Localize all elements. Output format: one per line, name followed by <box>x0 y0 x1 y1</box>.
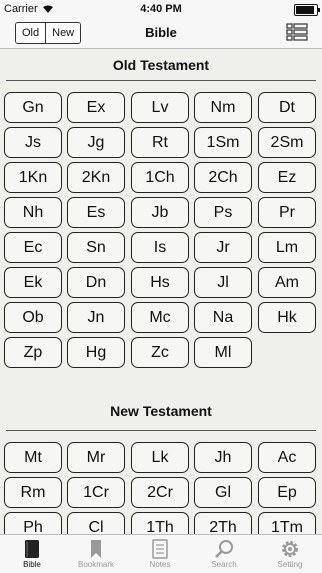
book-button[interactable]: Ac <box>258 442 316 473</box>
book-button[interactable]: Jn <box>67 302 125 333</box>
tab-label: Setting <box>277 560 303 569</box>
battery-icon <box>294 4 320 16</box>
page-title: Bible <box>145 25 177 40</box>
book-button[interactable]: Jg <box>67 127 125 158</box>
tab-label: Bible <box>23 560 41 569</box>
book-icon <box>25 540 39 558</box>
tab-label: Notes <box>149 560 171 569</box>
book-button[interactable]: Hk <box>258 302 316 333</box>
book-button[interactable]: Gn <box>4 92 62 123</box>
book-button[interactable]: Dt <box>258 92 316 123</box>
book-button[interactable]: Lk <box>131 442 189 473</box>
book-button[interactable]: Nm <box>194 92 252 123</box>
status-time: 4:40 PM <box>140 3 182 15</box>
book-button[interactable]: 2Ch <box>194 162 252 193</box>
book-button[interactable]: Ez <box>258 162 316 193</box>
book-button[interactable]: Is <box>131 232 189 263</box>
book-button[interactable]: Gl <box>194 477 252 508</box>
book-button[interactable]: 1Tm <box>258 512 316 534</box>
old-testament-heading: Old Testament <box>112 57 210 73</box>
section-divider <box>6 430 316 431</box>
book-button[interactable]: Hs <box>131 267 189 298</box>
tab-bookmark[interactable]: Bookmark <box>64 535 128 573</box>
book-button[interactable]: Es <box>67 197 125 228</box>
book-button[interactable]: 1Cr <box>67 477 125 508</box>
book-button[interactable]: Cl <box>67 512 125 534</box>
book-button[interactable]: Ph <box>4 512 62 534</box>
book-button[interactable]: Ps <box>194 197 252 228</box>
book-button[interactable]: Lm <box>258 232 316 263</box>
book-button[interactable]: Jl <box>194 267 252 298</box>
book-button[interactable]: Jb <box>131 197 189 228</box>
book-button[interactable]: Ex <box>67 92 125 123</box>
book-button[interactable]: Mr <box>67 442 125 473</box>
book-button[interactable]: Ep <box>258 477 316 508</box>
book-button[interactable]: 2Th <box>194 512 252 534</box>
bookmark-icon <box>91 540 101 558</box>
book-button[interactable]: Rt <box>131 127 189 158</box>
book-button[interactable]: Hg <box>67 337 125 368</box>
book-button[interactable]: 1Ch <box>131 162 189 193</box>
book-button[interactable]: Nh <box>4 197 62 228</box>
tab-setting[interactable]: Setting <box>258 535 322 573</box>
tab-notes[interactable]: Notes <box>128 535 192 573</box>
new-testament-heading: New Testament <box>110 403 212 419</box>
book-button[interactable]: Mc <box>131 302 189 333</box>
book-button[interactable]: 1Kn <box>4 162 62 193</box>
book-button[interactable]: Rm <box>4 477 62 508</box>
search-icon <box>215 540 233 558</box>
book-button[interactable]: Ek <box>4 267 62 298</box>
book-button[interactable]: Jh <box>194 442 252 473</box>
book-button[interactable]: Jr <box>194 232 252 263</box>
book-button[interactable]: Dn <box>67 267 125 298</box>
tab-bible[interactable]: Bible <box>0 535 64 573</box>
gear-icon <box>282 541 298 557</box>
book-button[interactable]: 1Sm <box>194 127 252 158</box>
status-bar: Carrier 4:40 PM <box>0 0 322 18</box>
book-button[interactable]: 2Cr <box>131 477 189 508</box>
book-list[interactable]: Old Testament Gn Ex Lv Nm Dt Js Jg Rt 1Sm 2Sm 1Kn 2… <box>0 49 322 534</box>
book-button[interactable]: Ec <box>4 232 62 263</box>
book-button[interactable]: Sn <box>67 232 125 263</box>
notes-icon <box>152 539 168 559</box>
book-button[interactable]: Ml <box>194 337 252 368</box>
section-divider <box>6 80 316 81</box>
book-button[interactable]: Zc <box>131 337 189 368</box>
list-view-icon[interactable] <box>286 23 308 41</box>
tab-bar: Bible Bookmark Notes Search Setting <box>0 534 322 573</box>
book-button[interactable]: Na <box>194 302 252 333</box>
book-button[interactable]: Js <box>4 127 62 158</box>
book-button[interactable]: Lv <box>131 92 189 123</box>
book-button[interactable]: Zp <box>4 337 62 368</box>
book-button[interactable]: Mt <box>4 442 62 473</box>
book-button[interactable]: 2Kn <box>67 162 125 193</box>
tab-label: Search <box>211 560 237 569</box>
book-button[interactable]: Pr <box>258 197 316 228</box>
book-button[interactable]: 2Sm <box>258 127 316 158</box>
book-button[interactable]: 1Th <box>131 512 189 534</box>
tab-search[interactable]: Search <box>192 535 256 573</box>
book-button[interactable]: Am <box>258 267 316 298</box>
navigation-bar: Old New Bible <box>0 18 322 49</box>
tab-label: Bookmark <box>77 560 114 569</box>
book-button[interactable]: Ob <box>4 302 62 333</box>
